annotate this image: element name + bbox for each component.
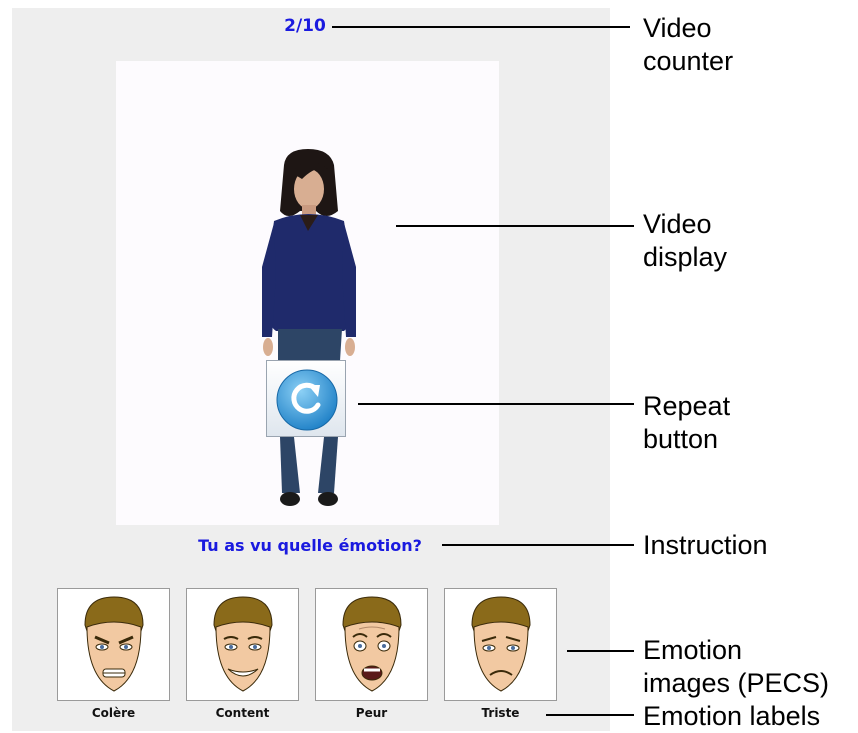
repeat-arrow-icon [276, 369, 338, 431]
happy-face-icon [213, 596, 273, 692]
emotion-card-content[interactable] [186, 588, 299, 701]
callout-instruction: Instruction [643, 530, 768, 560]
emotion-label-peur: Peur [355, 706, 388, 720]
callout-line-instruction [442, 544, 634, 546]
avatar-figure [262, 149, 356, 506]
callout-line-repeat-button [358, 403, 634, 405]
callout-emotion-labels: Emotion labels [643, 701, 821, 731]
emotion-label-content: Content [215, 706, 270, 720]
emotion-label-colere: Colère [91, 706, 136, 720]
callout-line-video-counter [332, 26, 630, 28]
video-counter: 2/10 [284, 16, 326, 36]
emotion-card-peur[interactable] [315, 588, 428, 701]
fear-face-icon [342, 596, 402, 692]
emotion-card-triste[interactable] [444, 588, 557, 701]
angry-face-icon [84, 596, 144, 692]
callout-line-emotion-images [567, 650, 634, 652]
callout-line-video-display [396, 225, 634, 227]
repeat-button[interactable] [266, 360, 346, 437]
emotion-card-colere[interactable] [57, 588, 170, 701]
sad-face-icon [471, 596, 531, 692]
instruction-text: Tu as vu quelle émotion? [198, 536, 422, 555]
video-display [116, 61, 499, 525]
emotion-label-triste: Triste [481, 706, 520, 720]
callout-repeat-button: Repeat button [643, 391, 731, 454]
callout-emotion-images: Emotion images (PECS) [643, 635, 830, 698]
callout-video-counter: Video counter [643, 13, 734, 76]
callout-video-display: Video display [643, 209, 728, 272]
callout-line-emotion-labels [546, 714, 634, 716]
